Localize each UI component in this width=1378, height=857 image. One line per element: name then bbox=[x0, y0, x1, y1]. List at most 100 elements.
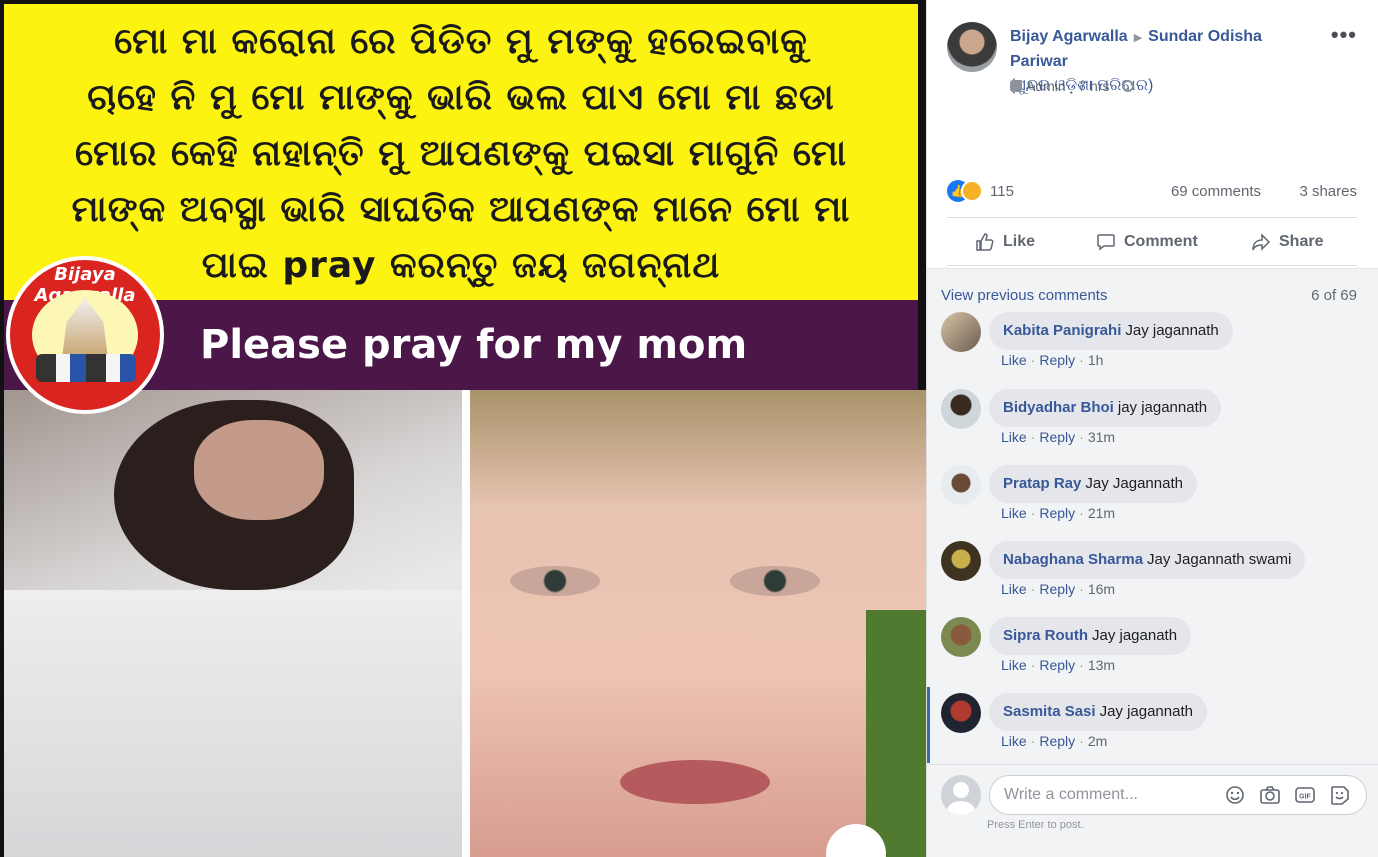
comment-label: Comment bbox=[1124, 233, 1198, 250]
comment-reply-link[interactable]: Reply bbox=[1039, 505, 1075, 521]
more-options-icon[interactable]: ••• bbox=[1331, 22, 1357, 48]
comment-text: Jay jaganath bbox=[1092, 627, 1178, 644]
comment-text: jay jagannath bbox=[1117, 399, 1208, 416]
comment-bubble: Sasmita Sasi Jay jagannath bbox=[989, 693, 1207, 731]
comment-like-link[interactable]: Like bbox=[1001, 581, 1027, 597]
comment-author[interactable]: Pratap Ray bbox=[1003, 475, 1081, 492]
avatar[interactable] bbox=[941, 541, 981, 581]
comment-item: Sasmita Sasi Jay jagannath Like · Reply · 2m bbox=[941, 693, 1361, 763]
gif-icon[interactable]: GIF bbox=[1294, 784, 1316, 806]
post-header: Bijay Agarwalla ▶ Sundar Odisha Pariwar (ସ… bbox=[927, 0, 1378, 110]
comment-like-link[interactable]: Like bbox=[1001, 505, 1027, 521]
comment-text: Jay jagannath bbox=[1099, 703, 1193, 720]
new-comment-indicator bbox=[927, 687, 930, 763]
comment-like-link[interactable]: Like bbox=[1001, 429, 1027, 445]
comment-time[interactable]: 21m bbox=[1088, 505, 1115, 521]
odia-line: ମାଙ୍କ ଅବସ୍ଥା ଭାରି ସାଘତିକ ଆପଣଙ୍କ ମାନେ ମୋ … bbox=[71, 189, 851, 230]
camera-icon[interactable] bbox=[1259, 784, 1281, 806]
odia-line: ମୋ ମା କରୋନା ରେ ପିଡିତ ମୁ ମଙ୍କୁ ହରେଇବାକୁ bbox=[114, 21, 808, 62]
sad-reaction-icon[interactable] bbox=[961, 180, 983, 202]
share-count[interactable]: 3 shares bbox=[1299, 183, 1357, 200]
post-sidebar: Bijay Agarwalla ▶ Sundar Odisha Pariwar (ସ… bbox=[926, 0, 1378, 857]
comment-like-link[interactable]: Like bbox=[1001, 657, 1027, 673]
comment-like-link[interactable]: Like bbox=[1001, 352, 1027, 368]
avatar[interactable] bbox=[941, 465, 981, 505]
comment-time[interactable]: 2m bbox=[1088, 733, 1107, 749]
comment-input[interactable] bbox=[1004, 776, 1224, 814]
comment-item: Kabita Panigrahi Jay jagannath Like · Reply… bbox=[941, 312, 1361, 382]
comment-item: Sipra Routh Jay jaganath Like · Reply · 13m bbox=[941, 617, 1361, 687]
user-avatar[interactable] bbox=[941, 775, 981, 815]
comment-actions: Like · Reply · 1h bbox=[1001, 352, 1104, 368]
view-previous-comments-link[interactable]: View previous comments bbox=[941, 287, 1107, 304]
comment-button[interactable]: Comment bbox=[1096, 232, 1198, 252]
avatar[interactable] bbox=[941, 693, 981, 733]
avatar[interactable] bbox=[941, 617, 981, 657]
comment-item: Nabaghana Sharma Jay Jagannath swami Like… bbox=[941, 541, 1361, 611]
comment-composer: GIF Press Enter to post. bbox=[927, 764, 1378, 857]
comment-reply-link[interactable]: Reply bbox=[1039, 657, 1075, 673]
post-meta: Admin · 7 hrs · bbox=[1010, 78, 1135, 94]
comment-time[interactable]: 13m bbox=[1088, 657, 1115, 673]
hospital-photo bbox=[4, 390, 462, 857]
like-button[interactable]: Like bbox=[975, 232, 1035, 252]
sticker-icon[interactable] bbox=[1329, 784, 1351, 806]
comment-text: Jay jagannath bbox=[1125, 322, 1219, 339]
admin-shield-icon bbox=[1010, 80, 1022, 92]
comment-icon bbox=[1097, 234, 1115, 251]
comment-reply-link[interactable]: Reply bbox=[1039, 352, 1075, 368]
comment-author[interactable]: Sipra Routh bbox=[1003, 627, 1088, 644]
comment-bubble: Nabaghana Sharma Jay Jagannath swami bbox=[989, 541, 1306, 579]
comment-time[interactable]: 16m bbox=[1088, 581, 1115, 597]
comment-count[interactable]: 69 comments bbox=[1171, 183, 1261, 200]
bijaya-agarwalla-logo: Bijaya Agarwalla bbox=[6, 256, 164, 414]
comment-author[interactable]: Bidyadhar Bhoi bbox=[1003, 399, 1114, 416]
like-label: Like bbox=[1003, 233, 1036, 250]
comment-page-count: 6 of 69 bbox=[1311, 287, 1357, 304]
comment-item: Bidyadhar Bhoi jay jagannath Like · Reply · 3… bbox=[941, 389, 1361, 459]
avatar[interactable] bbox=[941, 389, 981, 429]
comments-section: View previous comments 6 of 69 Kabita Pa… bbox=[927, 268, 1378, 764]
comment-actions: Like · Reply · 13m bbox=[1001, 657, 1116, 673]
comment-bubble: Kabita Panigrahi Jay jagannath bbox=[989, 312, 1233, 350]
reaction-count[interactable]: 115 bbox=[990, 183, 1014, 200]
comment-actions: Like · Reply · 2m bbox=[1001, 733, 1108, 749]
author-name[interactable]: Bijay Agarwalla bbox=[1010, 28, 1128, 45]
comment-time[interactable]: 31m bbox=[1088, 429, 1115, 445]
comment-actions: Like · Reply · 16m bbox=[1001, 581, 1116, 597]
odia-line: ଚାହେ ନି ମୁ ମୋ ମାଙ୍କୁ ଭାରି ଭଲ ପାଏ ମୋ ମା ଛ… bbox=[87, 77, 835, 118]
comment-reply-link[interactable]: Reply bbox=[1039, 429, 1075, 445]
gif-label: GIF bbox=[1299, 794, 1311, 801]
comment-author[interactable]: Kabita Panigrahi bbox=[1003, 322, 1121, 339]
odia-text-banner: ମୋ ମା କରୋନା ରେ ପିଡିତ ମୁ ମଙ୍କୁ ହରେଇବାକୁ ଚ… bbox=[4, 4, 918, 300]
role-badge: Admin bbox=[1026, 78, 1066, 94]
timestamp[interactable]: 7 hrs bbox=[1078, 78, 1109, 94]
comment-text: Jay Jagannath swami bbox=[1147, 551, 1292, 568]
comment-author[interactable]: Nabaghana Sharma bbox=[1003, 551, 1143, 568]
avatar[interactable] bbox=[947, 22, 997, 72]
comment-author[interactable]: Sasmita Sasi bbox=[1003, 703, 1096, 720]
comment-bubble: Bidyadhar Bhoi jay jagannath bbox=[989, 389, 1222, 427]
share-icon bbox=[1252, 233, 1271, 251]
comment-time[interactable]: 1h bbox=[1088, 352, 1104, 368]
comment-item: Pratap Ray Jay Jagannath Like · Reply · 21m bbox=[941, 465, 1361, 535]
emoji-icon[interactable] bbox=[1224, 784, 1246, 806]
comment-bubble: Pratap Ray Jay Jagannath bbox=[989, 465, 1197, 503]
share-button[interactable]: Share bbox=[1251, 232, 1323, 252]
press-enter-hint: Press Enter to post. bbox=[987, 819, 1084, 831]
comment-actions: Like · Reply · 21m bbox=[1001, 505, 1116, 521]
comment-like-link[interactable]: Like bbox=[1001, 733, 1027, 749]
arrow-right-icon: ▶ bbox=[1133, 32, 1143, 44]
avatar[interactable] bbox=[941, 312, 981, 352]
comment-reply-link[interactable]: Reply bbox=[1039, 733, 1075, 749]
globe-icon[interactable] bbox=[1122, 80, 1135, 92]
photo-divider bbox=[462, 390, 470, 857]
thumbs-up-icon bbox=[976, 233, 994, 251]
post-photo[interactable]: ମୋ ମା କରୋନା ରେ ପିଡିତ ମୁ ମଙ୍କୁ ହରେଇବାକୁ ଚ… bbox=[0, 0, 926, 857]
english-caption: Please pray for my mom bbox=[200, 322, 748, 368]
odia-line: ମୋର କେହି ନାହାନ୍ତି ମୁ ଆପଣଙ୍କୁ ପଇସା ମାଗୁନି… bbox=[74, 133, 848, 174]
post-actions: Like Comment Share bbox=[947, 222, 1357, 266]
comment-reply-link[interactable]: Reply bbox=[1039, 581, 1075, 597]
comment-input-box[interactable]: GIF bbox=[989, 775, 1367, 815]
comment-actions: Like · Reply · 31m bbox=[1001, 429, 1116, 445]
